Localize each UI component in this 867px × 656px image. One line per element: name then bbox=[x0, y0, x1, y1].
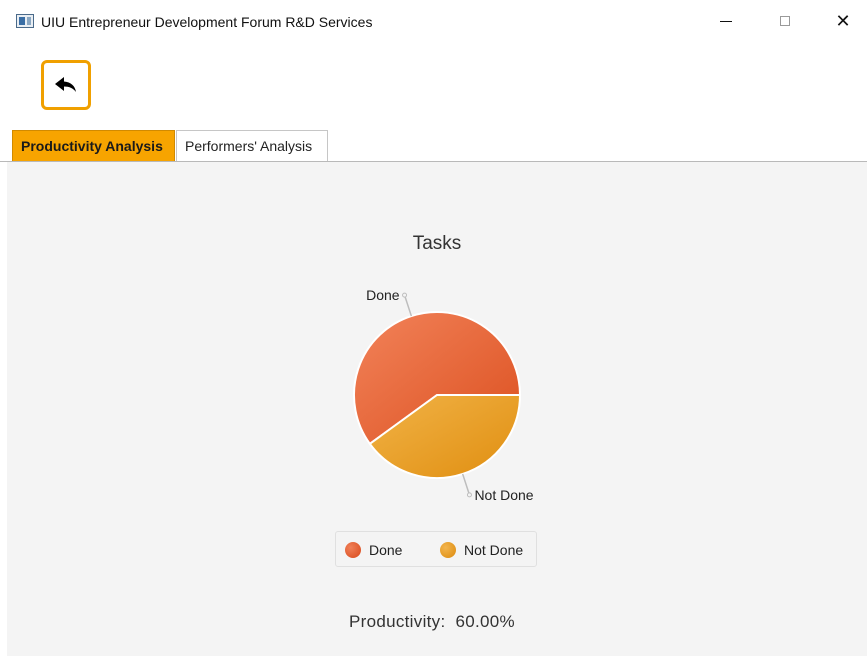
legend-swatch-done bbox=[345, 542, 361, 558]
window-title: UIU Entrepreneur Development Forum R&D S… bbox=[41, 14, 373, 30]
content-pane: Tasks Done Not Done Done Not Done Product… bbox=[7, 162, 867, 656]
legend-swatch-not-done bbox=[440, 542, 456, 558]
app-window-icon bbox=[16, 14, 34, 28]
minimize-icon bbox=[720, 20, 732, 22]
legend-label-done: Done bbox=[369, 542, 403, 558]
maximize-button[interactable] bbox=[762, 6, 808, 36]
title-bar: UIU Entrepreneur Development Forum R&D S… bbox=[0, 0, 867, 44]
maximize-icon bbox=[780, 16, 790, 26]
minimize-button[interactable] bbox=[703, 6, 749, 36]
back-button[interactable] bbox=[41, 60, 91, 110]
pie-label-not-done: Not Done bbox=[474, 487, 533, 503]
pie-label-line bbox=[403, 294, 413, 317]
close-button[interactable]: ✕ bbox=[820, 6, 866, 36]
back-arrow-icon bbox=[55, 77, 76, 92]
pie-label-dot bbox=[402, 292, 408, 298]
pie-chart: Done Not Done bbox=[353, 287, 534, 503]
tab-productivity-analysis[interactable]: Productivity Analysis bbox=[12, 130, 175, 161]
chart-legend: Done Not Done bbox=[335, 531, 537, 567]
tab-performers-analysis[interactable]: Performers' Analysis bbox=[176, 130, 328, 161]
pie-label-dot bbox=[466, 492, 472, 498]
productivity-label: Productivity: bbox=[349, 612, 446, 631]
productivity-summary: Productivity: 60.00% bbox=[349, 612, 515, 632]
toolbar bbox=[0, 44, 867, 130]
pie-label-line bbox=[461, 473, 471, 496]
close-icon: ✕ bbox=[835, 10, 851, 32]
legend-item-not-done: Not Done bbox=[440, 540, 523, 560]
legend-item-done: Done bbox=[345, 540, 402, 560]
legend-label-not-done: Not Done bbox=[464, 542, 524, 558]
productivity-value: 60.00% bbox=[455, 612, 515, 631]
tab-bar: Productivity Analysis Performers' Analys… bbox=[0, 130, 867, 162]
pie-label-done: Done bbox=[366, 287, 400, 303]
